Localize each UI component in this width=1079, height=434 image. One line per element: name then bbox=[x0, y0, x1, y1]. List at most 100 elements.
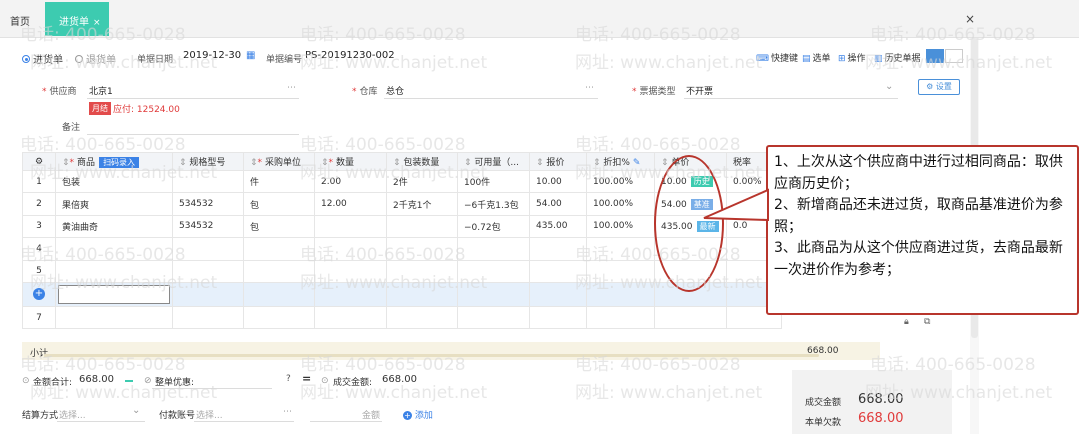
shortcut-button[interactable]: ⌨ 快捷键 bbox=[756, 51, 798, 64]
cell-product[interactable]: 黄油曲奇 bbox=[55, 214, 173, 239]
add-payment-button[interactable]: + 添加 bbox=[403, 408, 433, 421]
copy-icon[interactable]: ⧉ bbox=[924, 317, 930, 327]
select-order-button[interactable]: ▤ 选单 bbox=[802, 51, 831, 64]
cell-unit[interactable] bbox=[243, 237, 315, 261]
cell-product[interactable]: 包装 bbox=[55, 169, 173, 194]
cell-qty[interactable]: 2.00 bbox=[314, 169, 387, 194]
warehouse-more-icon[interactable]: ⋯ bbox=[585, 83, 594, 93]
cell-qty[interactable] bbox=[314, 237, 387, 261]
column-available[interactable]: ⇕ 可用量（... bbox=[457, 152, 530, 171]
column-settings-icon[interactable]: ⚙ bbox=[22, 152, 56, 171]
cell-unit[interactable] bbox=[243, 281, 315, 307]
history-button[interactable]: ▥ 历史单据 bbox=[874, 51, 921, 64]
cell-price[interactable] bbox=[654, 305, 727, 330]
cell-qty[interactable] bbox=[314, 214, 387, 239]
scan-entry-button[interactable]: 扫码录入 bbox=[99, 157, 140, 168]
cell-quote[interactable]: 10.00 bbox=[529, 169, 587, 194]
cell-unit[interactable] bbox=[243, 305, 315, 330]
column-unit[interactable]: ⇕* 采购单位 bbox=[243, 152, 315, 171]
cell-pack[interactable]: 2千克1个 bbox=[386, 192, 458, 216]
cell-quote[interactable] bbox=[529, 259, 587, 283]
cell-pack[interactable] bbox=[386, 305, 458, 330]
account-more-icon[interactable]: ⋯ bbox=[283, 407, 292, 417]
cell-quote[interactable]: 54.00 bbox=[529, 192, 587, 216]
column-spec[interactable]: ⇕ 规格型号 bbox=[172, 152, 244, 171]
warehouse-label-text: 仓库 bbox=[359, 87, 378, 97]
column-qty[interactable]: ⇕* 数量 bbox=[314, 152, 387, 171]
cell-spec[interactable] bbox=[172, 259, 244, 283]
cell-spec[interactable] bbox=[172, 281, 244, 307]
cell-spec[interactable] bbox=[172, 305, 244, 330]
cell-discount[interactable] bbox=[586, 305, 655, 330]
cell-discount[interactable] bbox=[586, 281, 655, 307]
date-field[interactable]: 2019-12-30 bbox=[183, 50, 241, 61]
tab-home[interactable]: 首页 bbox=[10, 13, 30, 28]
cell-unit[interactable] bbox=[243, 259, 315, 283]
invoice-type-select[interactable]: 不开票 bbox=[686, 84, 713, 97]
horizontal-scrollbar[interactable] bbox=[44, 354, 819, 357]
cell-discount[interactable]: 100.00% bbox=[586, 169, 655, 194]
cell-product[interactable]: 果倍爽 bbox=[55, 192, 173, 216]
supplier-field[interactable]: 北京1 bbox=[89, 84, 113, 97]
cell-product[interactable] bbox=[55, 259, 173, 283]
cell-product-editing[interactable] bbox=[55, 281, 173, 307]
cell-product[interactable] bbox=[55, 237, 173, 261]
cell-qty[interactable] bbox=[314, 259, 387, 283]
window-close-icon[interactable]: × bbox=[965, 12, 975, 26]
product-input[interactable] bbox=[58, 284, 170, 304]
cell-qty[interactable]: 12.00 bbox=[314, 192, 387, 216]
cell-pack[interactable] bbox=[386, 281, 458, 307]
column-discount[interactable]: ⇕ 折扣% ✎ bbox=[586, 152, 655, 171]
supplier-more-icon[interactable]: ⋯ bbox=[287, 83, 296, 93]
cell-spec[interactable] bbox=[172, 169, 244, 194]
card-view-toggle[interactable] bbox=[945, 49, 963, 63]
cell-discount[interactable]: 100.00% bbox=[586, 192, 655, 216]
column-quote[interactable]: ⇕ 报价 bbox=[529, 152, 587, 171]
warehouse-field[interactable]: 总仓 bbox=[386, 84, 404, 97]
cell-discount[interactable] bbox=[586, 237, 655, 261]
doc-type-purchase-radio[interactable]: 进货单 bbox=[22, 51, 63, 66]
table-row[interactable]: 7 bbox=[22, 305, 782, 330]
cell-pack[interactable] bbox=[386, 237, 458, 261]
settings-button[interactable]: ⚙ 设置 bbox=[918, 79, 960, 95]
cell-discount[interactable] bbox=[586, 259, 655, 283]
doc-number-field[interactable]: PS-20191230-002 bbox=[305, 50, 395, 61]
cell-discount[interactable]: 100.00% bbox=[586, 214, 655, 239]
chevron-down-icon[interactable]: ⌄ bbox=[132, 405, 140, 416]
account-select[interactable]: 选择... bbox=[196, 408, 223, 421]
cell-spec[interactable]: 534532 bbox=[172, 192, 244, 216]
tab-purchase[interactable]: 进货单 × bbox=[45, 2, 109, 36]
doc-type-return-radio[interactable]: 退货单 bbox=[75, 51, 116, 66]
calendar-icon[interactable]: ▦ bbox=[246, 50, 255, 61]
cell-pack[interactable] bbox=[386, 259, 458, 283]
lock-icon[interactable]: 🔒︎ bbox=[904, 317, 909, 327]
cell-spec[interactable] bbox=[172, 237, 244, 261]
amount-input[interactable]: 金额 bbox=[362, 408, 380, 421]
cell-quote[interactable] bbox=[529, 281, 587, 307]
cell-quote[interactable]: 435.00 bbox=[529, 214, 587, 239]
discount-input[interactable] bbox=[152, 388, 272, 389]
chevron-down-icon[interactable]: ⌄ bbox=[885, 81, 893, 92]
cell-unit[interactable]: 包 bbox=[243, 192, 315, 216]
column-pack[interactable]: ⇕ 包装数量 bbox=[386, 152, 458, 171]
cell-quote[interactable] bbox=[529, 237, 587, 261]
cell-unit[interactable]: 件 bbox=[243, 169, 315, 194]
table-row-selected[interactable]: + bbox=[22, 281, 782, 307]
cell-spec[interactable]: 534532 bbox=[172, 214, 244, 239]
operate-button[interactable]: ⊞ 操作 bbox=[838, 51, 866, 64]
note-field[interactable] bbox=[87, 134, 299, 135]
cell-qty[interactable] bbox=[314, 281, 387, 307]
add-row-button[interactable]: + bbox=[22, 281, 56, 307]
cell-quote[interactable] bbox=[529, 305, 587, 330]
cell-product[interactable] bbox=[55, 305, 173, 330]
cell-pack[interactable]: 2件 bbox=[386, 169, 458, 194]
cell-unit[interactable]: 包 bbox=[243, 214, 315, 239]
tab-close-icon[interactable]: × bbox=[93, 18, 101, 28]
cell-pack[interactable] bbox=[386, 214, 458, 239]
column-product[interactable]: ⇕* 商品 扫码录入 bbox=[55, 152, 173, 171]
help-icon[interactable]: ? bbox=[286, 374, 291, 384]
settle-select[interactable]: 选择... bbox=[59, 408, 86, 421]
list-view-toggle[interactable] bbox=[926, 49, 944, 63]
edit-icon[interactable]: ✎ bbox=[630, 158, 641, 168]
cell-qty[interactable] bbox=[314, 305, 387, 330]
